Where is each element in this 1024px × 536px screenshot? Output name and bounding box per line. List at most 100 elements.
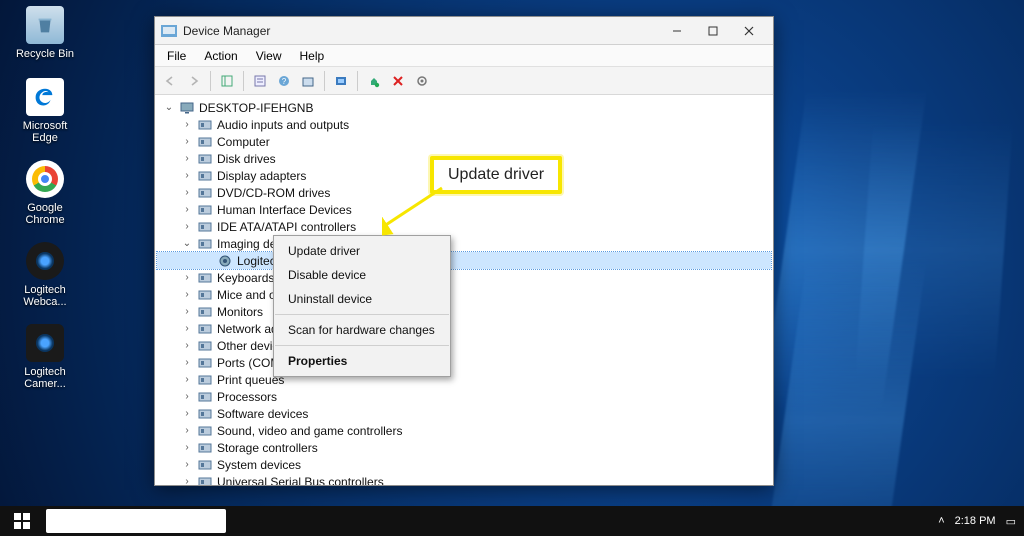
expand-icon[interactable]: ›: [181, 204, 193, 215]
menu-view[interactable]: View: [248, 47, 290, 65]
expand-icon[interactable]: ›: [181, 272, 193, 283]
menu-separator: [275, 345, 449, 346]
uninstall-button[interactable]: [387, 70, 409, 92]
device-category-icon: [197, 389, 213, 405]
tree-category-label: Software devices: [217, 407, 308, 421]
menu-file[interactable]: File: [159, 47, 194, 65]
expand-icon[interactable]: ›: [181, 442, 193, 453]
expand-icon[interactable]: ›: [181, 425, 193, 436]
show-hide-tree-button[interactable]: [216, 70, 238, 92]
menu-disable-device[interactable]: Disable device: [274, 263, 450, 287]
desktop-icon-recycle-bin[interactable]: Recycle Bin: [10, 6, 80, 60]
tree-category[interactable]: ›Universal Serial Bus controllers: [157, 473, 771, 485]
tree-category[interactable]: ›Audio inputs and outputs: [157, 116, 771, 133]
tree-device[interactable]: Logitech H: [157, 252, 771, 269]
menu-uninstall-device[interactable]: Uninstall device: [274, 287, 450, 311]
arrow-icon: [382, 182, 482, 252]
expand-icon[interactable]: ›: [181, 306, 193, 317]
tree-category[interactable]: ›Network adapt: [157, 320, 771, 337]
device-tree[interactable]: ⌄ DESKTOP-IFEHGNB ›Audio inputs and outp…: [155, 95, 773, 485]
toolbar: ?: [155, 67, 773, 95]
expand-icon[interactable]: ›: [181, 323, 193, 334]
desktop-icon-webcam[interactable]: Logitech Webca...: [10, 242, 80, 308]
tree-category[interactable]: ›System devices: [157, 456, 771, 473]
collapse-icon[interactable]: ⌄: [163, 102, 175, 113]
tree-category[interactable]: ›Print queues: [157, 371, 771, 388]
titlebar[interactable]: Device Manager: [155, 17, 773, 45]
desktop-icon-label: Google Chrome: [10, 202, 80, 226]
help-button[interactable]: ?: [273, 70, 295, 92]
expand-icon[interactable]: ›: [181, 408, 193, 419]
expand-icon[interactable]: ›: [181, 187, 193, 198]
tree-category-label: Keyboards: [217, 271, 274, 285]
tree-category-label: IDE ATA/ATAPI controllers: [217, 220, 356, 234]
menu-help[interactable]: Help: [292, 47, 333, 65]
collapse-icon[interactable]: ⌄: [181, 238, 193, 249]
menu-action[interactable]: Action: [196, 47, 245, 65]
tree-root-label: DESKTOP-IFEHGNB: [199, 101, 313, 115]
webcam-device-icon: [217, 253, 233, 269]
back-button[interactable]: [159, 70, 181, 92]
menu-scan-hardware[interactable]: Scan for hardware changes: [274, 318, 450, 342]
desktop: Recycle Bin Microsoft Edge Google Chrome…: [0, 0, 1024, 536]
tray-chevron-icon[interactable]: ˄: [938, 515, 944, 527]
tree-category-label: Sound, video and game controllers: [217, 424, 402, 438]
expand-icon[interactable]: ›: [181, 136, 193, 147]
expand-icon[interactable]: ›: [181, 476, 193, 485]
device-category-icon: [197, 270, 213, 286]
desktop-icon-label: Logitech Webca...: [10, 284, 80, 308]
device-category-icon: [197, 321, 213, 337]
expand-icon[interactable]: ›: [181, 340, 193, 351]
add-hardware-button[interactable]: [363, 70, 385, 92]
annotation-callout: Update driver: [430, 156, 562, 194]
tree-category[interactable]: ›Processors: [157, 388, 771, 405]
desktop-icon-chrome[interactable]: Google Chrome: [10, 160, 80, 226]
menu-properties[interactable]: Properties: [274, 349, 450, 373]
tree-category[interactable]: ›Mice and othe: [157, 286, 771, 303]
tree-category[interactable]: ›Ports (COM &: [157, 354, 771, 371]
tree-root[interactable]: ⌄ DESKTOP-IFEHGNB: [157, 99, 771, 116]
forward-button[interactable]: [183, 70, 205, 92]
device-category-icon: [197, 236, 213, 252]
taskbar[interactable]: ˄ 2:18 PM ▭: [0, 506, 1024, 536]
expand-icon[interactable]: ›: [181, 357, 193, 368]
start-button[interactable]: [8, 507, 36, 535]
tree-category[interactable]: › Sound, video and game controllers: [157, 422, 771, 439]
tree-category-label: Storage controllers: [217, 441, 318, 455]
windows-icon: [14, 513, 30, 529]
expand-icon[interactable]: ›: [181, 289, 193, 300]
expand-icon[interactable]: ›: [181, 119, 193, 130]
properties-button[interactable]: [249, 70, 271, 92]
clock[interactable]: 2:18 PM: [955, 515, 996, 527]
expand-icon[interactable]: ›: [181, 391, 193, 402]
expand-icon[interactable]: ›: [181, 153, 193, 164]
minimize-button[interactable]: [659, 20, 695, 42]
enable-device-button[interactable]: [411, 70, 433, 92]
tree-category[interactable]: › Software devices: [157, 405, 771, 422]
desktop-icon-camera[interactable]: Logitech Camer...: [10, 324, 80, 390]
notifications-icon[interactable]: ▭: [1006, 515, 1016, 528]
device-category-icon: [197, 202, 213, 218]
tree-category[interactable]: ›Computer: [157, 133, 771, 150]
maximize-button[interactable]: [695, 20, 731, 42]
svg-text:?: ?: [282, 77, 287, 86]
scan-button[interactable]: [330, 70, 352, 92]
desktop-icon-edge[interactable]: Microsoft Edge: [10, 78, 80, 144]
close-button[interactable]: [731, 20, 767, 42]
expand-icon[interactable]: ›: [181, 221, 193, 232]
tree-category-label: Display adapters: [217, 169, 306, 183]
tree-category[interactable]: › Storage controllers: [157, 439, 771, 456]
app-icon: [161, 23, 177, 39]
device-category-icon: [197, 338, 213, 354]
device-category-icon: [197, 474, 213, 486]
tree-category[interactable]: ›Other devices: [157, 337, 771, 354]
expand-icon[interactable]: ›: [181, 459, 193, 470]
device-category-icon: [197, 287, 213, 303]
update-icon[interactable]: [297, 70, 319, 92]
tree-category[interactable]: › Keyboards: [157, 269, 771, 286]
expand-icon[interactable]: ›: [181, 374, 193, 385]
tree-category[interactable]: ›Monitors: [157, 303, 771, 320]
expand-icon[interactable]: ›: [181, 170, 193, 181]
desktop-icon-label: Recycle Bin: [10, 48, 80, 60]
search-box[interactable]: [46, 509, 226, 533]
